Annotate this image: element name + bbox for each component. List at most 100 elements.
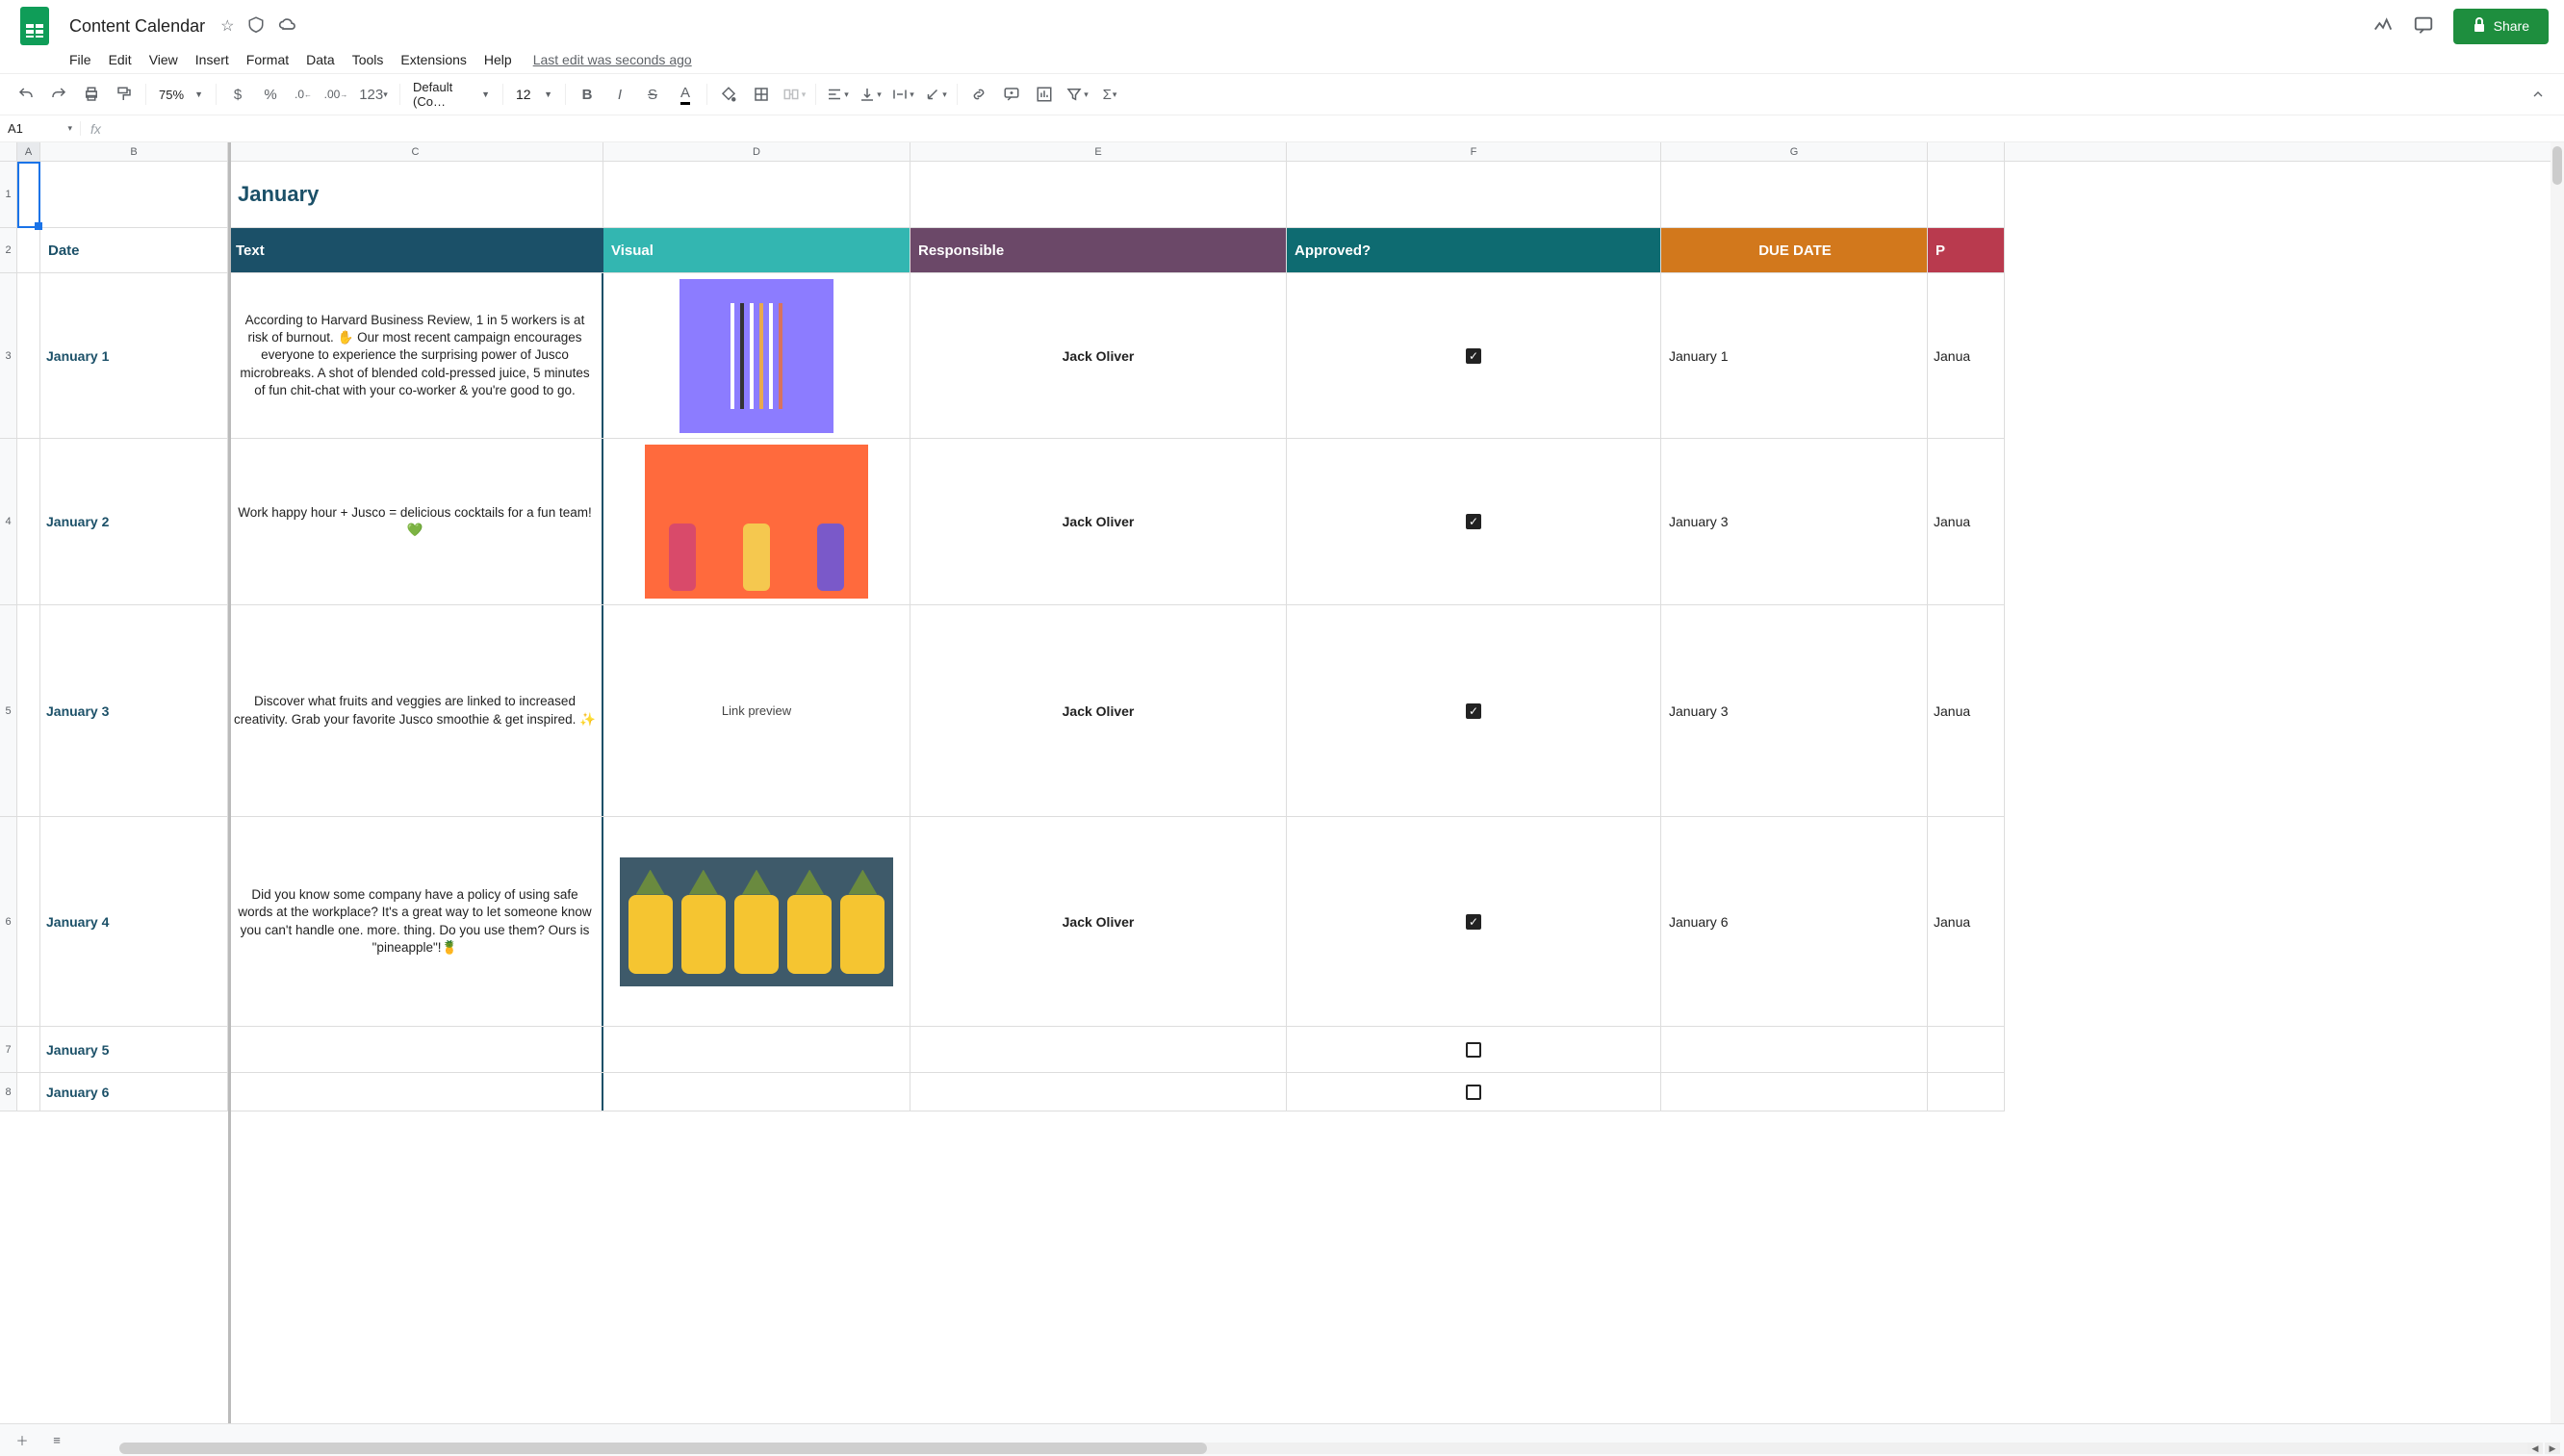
bold-icon[interactable]: B xyxy=(573,80,602,109)
col-header-A[interactable]: A xyxy=(17,142,40,161)
cell[interactable] xyxy=(1287,162,1661,227)
cell[interactable] xyxy=(17,1027,40,1072)
due-cell[interactable]: January 6 xyxy=(1661,817,1928,1026)
visual-cell[interactable] xyxy=(603,1027,910,1072)
approved-cell[interactable] xyxy=(1287,817,1661,1026)
col-header-D[interactable]: D xyxy=(603,142,910,161)
menu-extensions[interactable]: Extensions xyxy=(393,48,474,71)
vertical-scrollbar[interactable] xyxy=(2551,142,2564,1430)
due-cell[interactable] xyxy=(1661,1027,1928,1072)
menu-file[interactable]: File xyxy=(62,48,99,71)
insert-link-icon[interactable] xyxy=(964,80,993,109)
decrease-decimal-icon[interactable]: .0← xyxy=(289,80,318,109)
cell[interactable] xyxy=(17,439,40,604)
responsible-cell[interactable]: Jack Oliver xyxy=(910,273,1287,438)
cell[interactable] xyxy=(17,273,40,438)
wrap-text-icon[interactable]: ▾ xyxy=(888,80,917,109)
cell[interactable] xyxy=(17,1073,40,1111)
italic-icon[interactable]: I xyxy=(605,80,634,109)
cloud-icon[interactable] xyxy=(278,16,297,37)
text-cell[interactable] xyxy=(228,1027,603,1072)
p-cell[interactable] xyxy=(1928,1073,2005,1111)
document-title[interactable]: Content Calendar xyxy=(64,14,211,38)
vertical-align-icon[interactable]: ▾ xyxy=(856,80,885,109)
header-p[interactable]: P xyxy=(1928,228,2005,272)
col-header-partial[interactable] xyxy=(1928,142,2005,161)
approved-cell[interactable] xyxy=(1287,273,1661,438)
borders-icon[interactable] xyxy=(747,80,776,109)
paint-format-icon[interactable] xyxy=(110,80,139,109)
approved-checkbox[interactable] xyxy=(1466,1042,1481,1058)
filter-icon[interactable]: ▾ xyxy=(1063,80,1091,109)
undo-icon[interactable] xyxy=(12,80,40,109)
date-cell[interactable]: January 2 xyxy=(40,439,228,604)
cell[interactable] xyxy=(17,605,40,816)
row-header-2[interactable]: 2 xyxy=(0,228,16,273)
comments-icon[interactable] xyxy=(2413,14,2434,38)
col-header-E[interactable]: E xyxy=(910,142,1287,161)
row-header-5[interactable]: 5 xyxy=(0,605,16,817)
strikethrough-icon[interactable]: S xyxy=(638,80,667,109)
menu-view[interactable]: View xyxy=(141,48,186,71)
text-cell[interactable]: Discover what fruits and veggies are lin… xyxy=(228,605,603,816)
visual-cell[interactable] xyxy=(603,273,910,438)
name-box[interactable]: A1▾ xyxy=(0,121,81,136)
due-cell[interactable] xyxy=(1661,1073,1928,1111)
cell[interactable] xyxy=(910,162,1287,227)
responsible-cell[interactable] xyxy=(910,1073,1287,1111)
row-header-8[interactable]: 8 xyxy=(0,1073,16,1111)
all-sheets-button[interactable]: ≡ xyxy=(44,1428,69,1453)
date-cell[interactable]: January 6 xyxy=(40,1073,228,1111)
due-cell[interactable]: January 3 xyxy=(1661,605,1928,816)
due-cell[interactable]: January 3 xyxy=(1661,439,1928,604)
cell[interactable] xyxy=(17,228,40,272)
fill-color-icon[interactable] xyxy=(714,80,743,109)
header-date[interactable]: Date xyxy=(40,228,228,272)
row-header-1[interactable]: 1 xyxy=(0,162,16,228)
menu-data[interactable]: Data xyxy=(298,48,343,71)
approved-cell[interactable] xyxy=(1287,439,1661,604)
merge-cells-icon[interactable]: ▾ xyxy=(780,80,808,109)
date-cell[interactable]: January 3 xyxy=(40,605,228,816)
scroll-left-icon[interactable]: ◀ xyxy=(2527,1443,2543,1454)
approved-checkbox[interactable] xyxy=(1466,1085,1481,1100)
horizontal-align-icon[interactable]: ▾ xyxy=(823,80,852,109)
number-format-select[interactable]: 123▾ xyxy=(354,80,393,109)
menu-tools[interactable]: Tools xyxy=(345,48,392,71)
zoom-select[interactable]: 75%▼ xyxy=(153,82,209,107)
visual-cell[interactable] xyxy=(603,817,910,1026)
approved-cell[interactable] xyxy=(1287,1073,1661,1111)
print-icon[interactable] xyxy=(77,80,106,109)
row-header-4[interactable]: 4 xyxy=(0,439,16,605)
approved-checkbox[interactable] xyxy=(1466,514,1481,529)
font-size-select[interactable]: 12▼ xyxy=(510,82,558,107)
star-icon[interactable]: ☆ xyxy=(220,16,234,36)
p-cell[interactable] xyxy=(1928,1027,2005,1072)
date-cell[interactable]: January 1 xyxy=(40,273,228,438)
col-header-B[interactable]: B xyxy=(40,142,228,161)
increase-decimal-icon[interactable]: .00→ xyxy=(321,80,350,109)
responsible-cell[interactable]: Jack Oliver xyxy=(910,439,1287,604)
responsible-cell[interactable] xyxy=(910,1027,1287,1072)
last-edit-link[interactable]: Last edit was seconds ago xyxy=(533,52,692,67)
menu-help[interactable]: Help xyxy=(476,48,520,71)
approved-checkbox[interactable] xyxy=(1466,914,1481,930)
due-cell[interactable]: January 1 xyxy=(1661,273,1928,438)
header-approved[interactable]: Approved? xyxy=(1287,228,1661,272)
approved-cell[interactable] xyxy=(1287,605,1661,816)
menu-insert[interactable]: Insert xyxy=(188,48,237,71)
header-visual[interactable]: Visual xyxy=(603,228,910,272)
header-responsible[interactable]: Responsible xyxy=(910,228,1287,272)
text-cell[interactable]: According to Harvard Business Review, 1 … xyxy=(228,273,603,438)
approved-cell[interactable] xyxy=(1287,1027,1661,1072)
share-button[interactable]: Share xyxy=(2453,9,2549,44)
percent-icon[interactable]: % xyxy=(256,80,285,109)
visual-cell[interactable]: Link preview xyxy=(603,605,910,816)
redo-icon[interactable] xyxy=(44,80,73,109)
col-header-C[interactable]: C xyxy=(228,142,603,161)
functions-icon[interactable]: Σ▾ xyxy=(1095,80,1124,109)
approved-checkbox[interactable] xyxy=(1466,348,1481,364)
formula-input[interactable] xyxy=(111,115,2564,141)
cell[interactable] xyxy=(40,162,228,227)
col-header-F[interactable]: F xyxy=(1287,142,1661,161)
